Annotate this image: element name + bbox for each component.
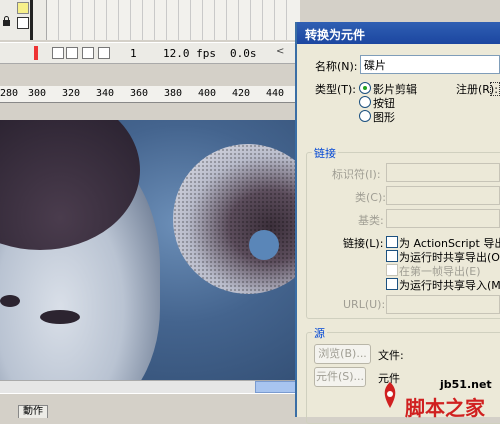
disc-center-hole	[249, 230, 279, 260]
type-radio-graphic[interactable]	[359, 110, 371, 122]
url-label: URL(U):	[343, 298, 386, 311]
linkage-section-title: 链接	[312, 145, 338, 161]
timeline-status-bar: 1 12.0 fps 0.0s <	[0, 42, 300, 64]
registration-grid-icon[interactable]	[490, 82, 500, 96]
class-label: 类(C):	[355, 191, 386, 204]
identifier-label: 标识符(I):	[332, 168, 381, 181]
url-input[interactable]	[386, 295, 500, 314]
ruler-number: 400	[198, 88, 217, 99]
layer-outline-icon[interactable]	[17, 17, 29, 29]
export-runtime-sharing-checkbox[interactable]	[386, 250, 398, 262]
frame-rate: 12.0 fps	[163, 47, 216, 60]
center-frame-icon[interactable]	[52, 47, 64, 59]
ruler-number: 440	[266, 88, 285, 99]
type-radio-movieclip[interactable]	[359, 82, 371, 94]
linkage-label: 链接(L):	[343, 237, 384, 250]
keyframe-marker	[30, 0, 33, 40]
type-radio-button[interactable]	[359, 96, 371, 108]
ruler-number: 300	[28, 88, 47, 99]
scroll-left-icon[interactable]: <	[276, 46, 290, 60]
dialog-title: 转换为元件	[305, 28, 366, 42]
export-actionscript-checkbox[interactable]	[386, 236, 398, 248]
portrait-eye	[0, 295, 20, 307]
type-option-label: 图形	[373, 111, 395, 124]
portrait-eye	[40, 310, 80, 324]
name-label: 名称(N):	[315, 60, 358, 73]
ruler-number: 340	[96, 88, 115, 99]
onion-skin-icon[interactable]	[66, 47, 78, 59]
source-section-title: 源	[312, 325, 327, 341]
stage-canvas[interactable]	[0, 120, 300, 380]
file-label: 文件:	[378, 349, 404, 362]
identifier-input[interactable]	[386, 163, 500, 182]
current-frame: 1	[130, 47, 137, 60]
symbol-button[interactable]: 元件(S)...	[314, 367, 366, 387]
onion-outline-icon[interactable]	[82, 47, 94, 59]
base-class-input[interactable]	[386, 209, 500, 228]
elapsed-time: 0.0s	[230, 47, 257, 60]
base-class-label: 基类:	[358, 214, 384, 227]
ruler-number: 360	[130, 88, 149, 99]
ruler-number: 320	[62, 88, 81, 99]
linkage-option-label: 为运行时共享导入(M)	[399, 279, 500, 292]
layer-color-icon[interactable]	[17, 2, 29, 14]
lock-icon[interactable]	[2, 16, 11, 26]
horizontal-ruler: 280 300 320 340 360 380 400 420 440	[0, 86, 300, 103]
export-first-frame-checkbox[interactable]	[386, 264, 398, 276]
jb51-logo	[384, 382, 396, 408]
symbol-name-value: 碟片	[364, 59, 386, 72]
class-input[interactable]	[386, 186, 500, 205]
import-runtime-sharing-checkbox[interactable]	[386, 278, 398, 290]
playhead-icon[interactable]	[34, 46, 38, 60]
edit-multiple-frames-icon[interactable]	[98, 47, 110, 59]
browse-button[interactable]: 浏览(B)...	[314, 344, 371, 364]
disc-graphic[interactable]	[173, 144, 300, 294]
ruler-number: 280	[0, 88, 19, 99]
type-label: 类型(T):	[315, 83, 357, 96]
symbol-name-input[interactable]: 碟片	[360, 55, 500, 74]
watermark-url: jb51.net	[440, 378, 492, 391]
ruler-number: 420	[232, 88, 251, 99]
actions-panel-tab[interactable]: 動作	[18, 405, 48, 418]
ruler-number: 380	[164, 88, 183, 99]
